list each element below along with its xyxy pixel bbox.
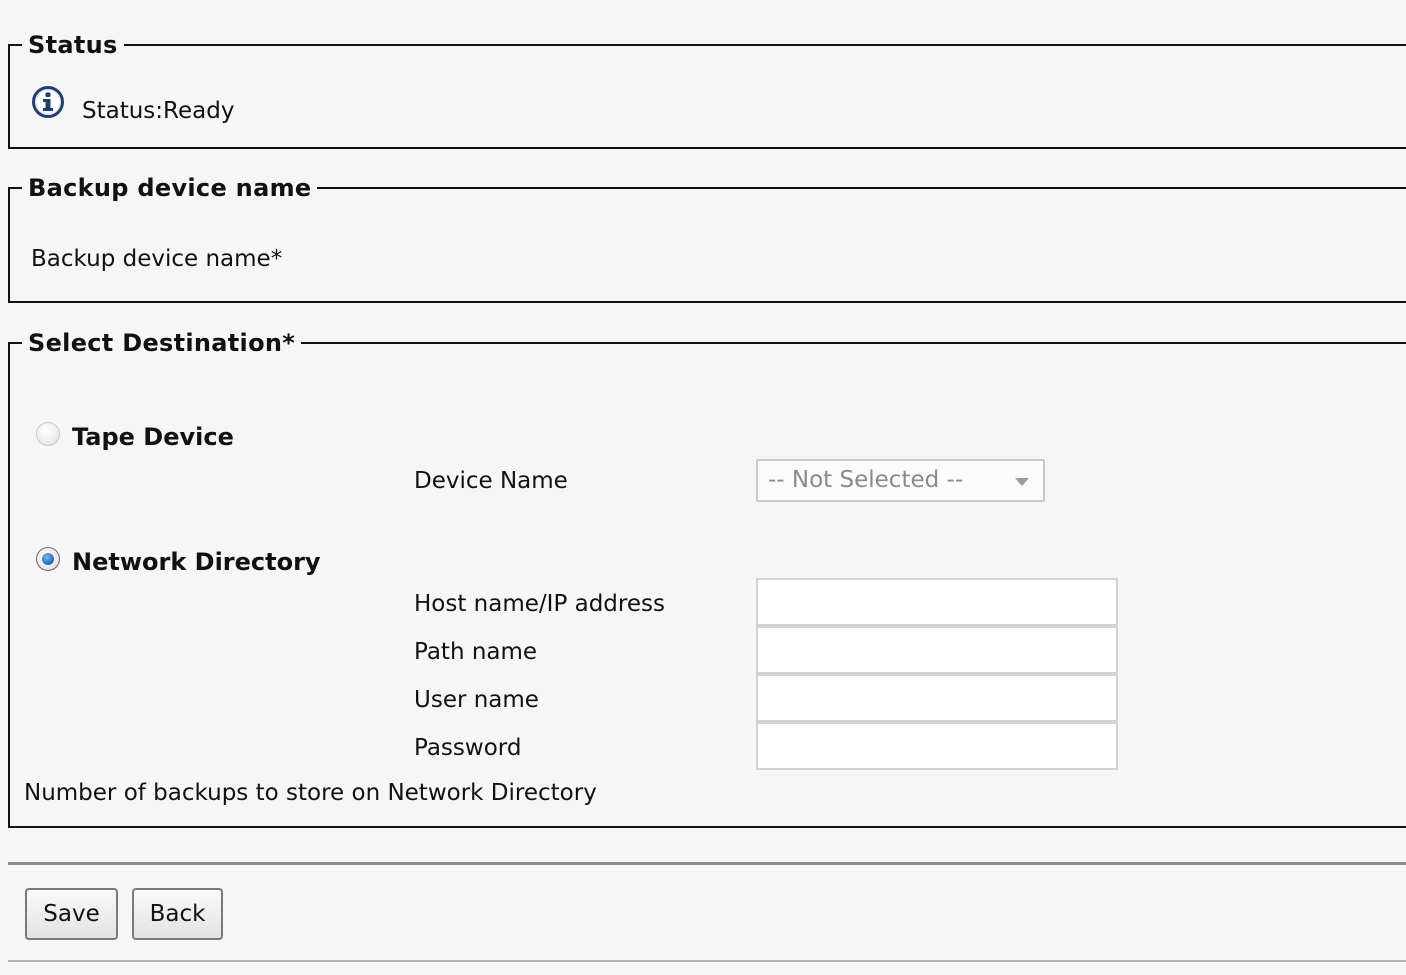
status-legend: Status: [22, 30, 124, 60]
backup-device-page: Status Status:Ready Backup device name B…: [0, 0, 1406, 975]
host-name-input[interactable]: [756, 578, 1118, 626]
status-text: Status:Ready: [82, 98, 235, 124]
actions-divider: [8, 862, 1406, 865]
user-name-label: User name: [414, 687, 539, 713]
tape-device-label[interactable]: Tape Device: [72, 422, 234, 452]
info-icon: [32, 86, 64, 118]
backups-count-label: Number of backups to store on Network Di…: [24, 780, 597, 806]
password-label: Password: [414, 735, 522, 761]
network-directory-radio[interactable]: [36, 547, 60, 571]
user-name-input[interactable]: [756, 674, 1118, 722]
path-name-label: Path name: [414, 639, 538, 665]
tape-device-radio[interactable]: [36, 422, 60, 446]
device-name-select-value: -- Not Selected --: [768, 467, 964, 493]
backup-device-legend: Backup device name: [22, 173, 318, 203]
destination-fieldset: Select Destination* Tape Device Device N…: [8, 328, 1406, 828]
backup-device-name-label: Backup device name*: [31, 246, 283, 272]
bottom-divider: [8, 960, 1406, 962]
back-button[interactable]: Back: [132, 888, 223, 940]
chevron-down-icon: [1015, 478, 1029, 486]
device-name-label: Device Name: [414, 468, 568, 494]
save-button[interactable]: Save: [25, 888, 118, 940]
path-name-input[interactable]: [756, 626, 1118, 674]
backup-device-fieldset: Backup device name Backup device name*: [8, 173, 1406, 303]
host-name-label: Host name/IP address: [414, 591, 665, 617]
destination-legend: Select Destination*: [22, 328, 302, 358]
device-name-select[interactable]: -- Not Selected --: [756, 459, 1045, 502]
password-input[interactable]: [756, 722, 1118, 770]
status-fieldset: Status Status:Ready: [8, 30, 1406, 149]
network-directory-label[interactable]: Network Directory: [72, 547, 321, 577]
